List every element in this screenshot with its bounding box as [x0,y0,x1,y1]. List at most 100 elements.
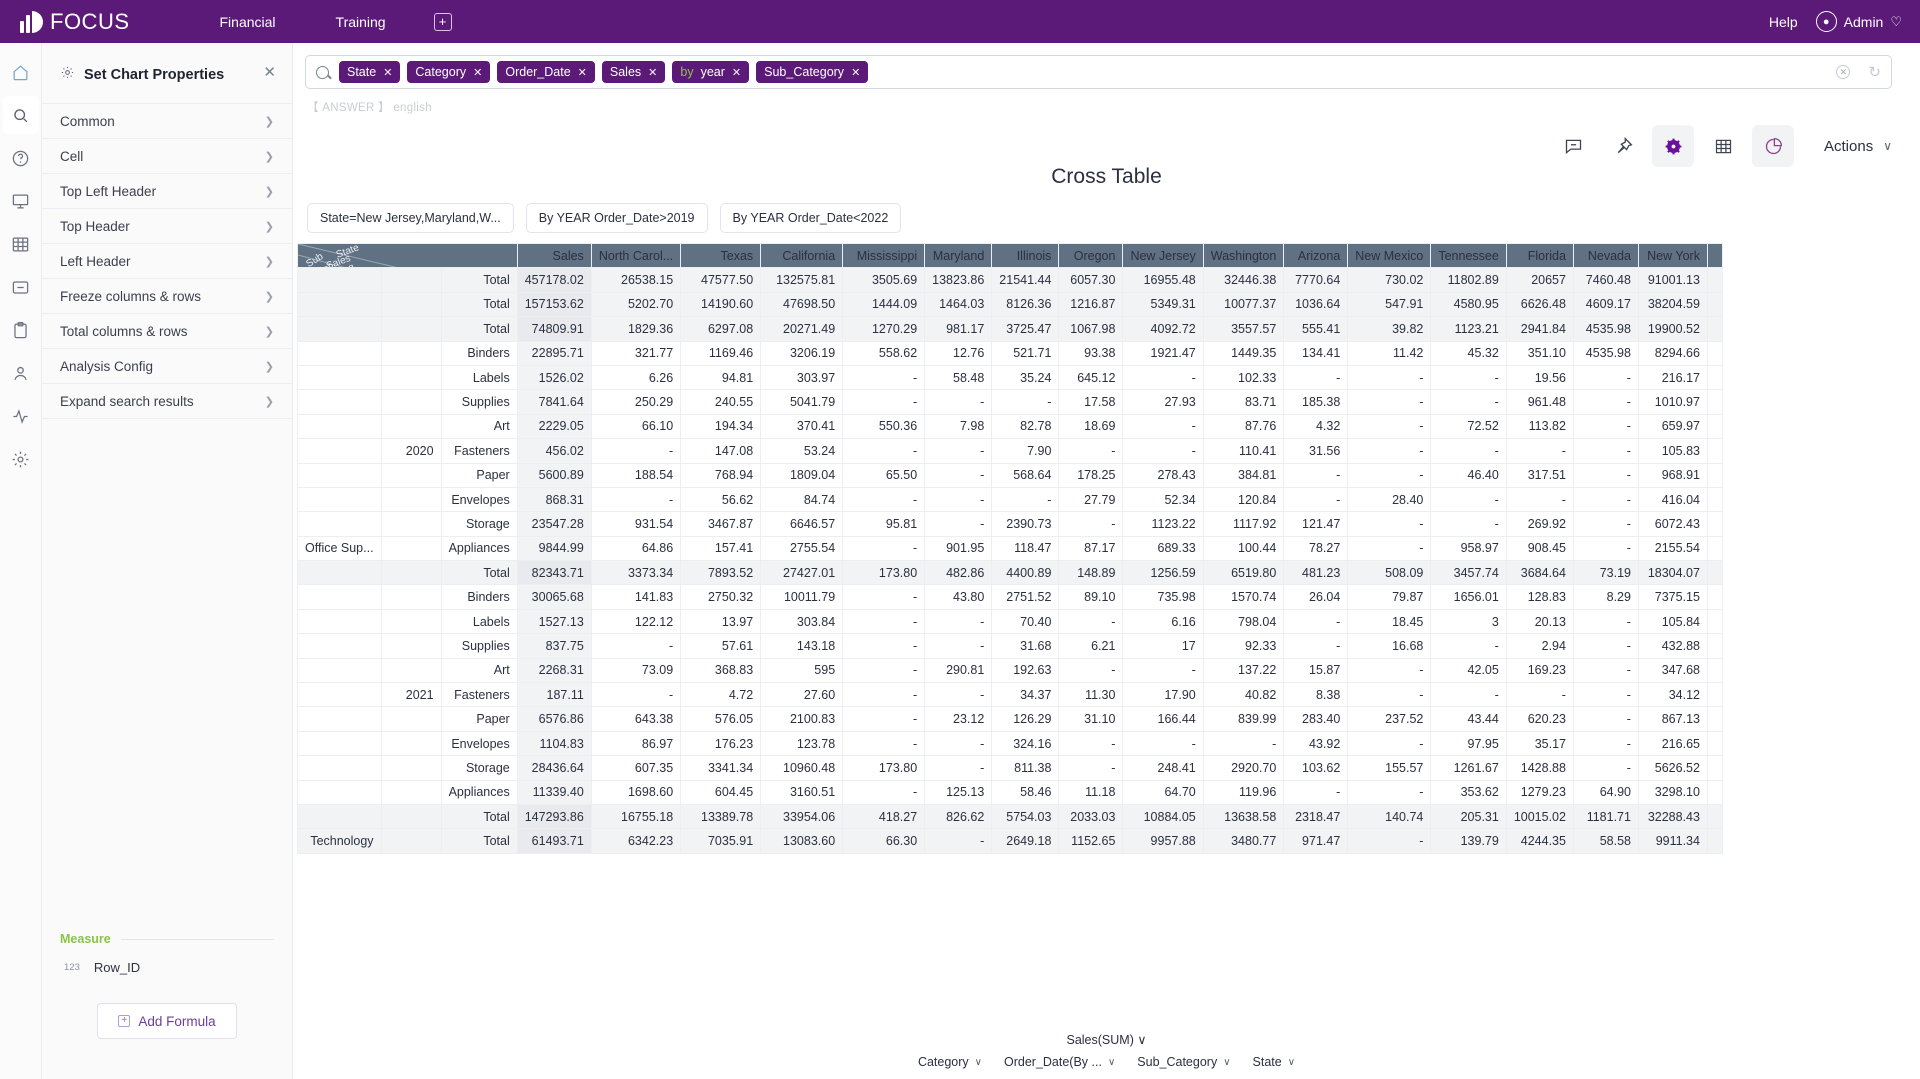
cell-value[interactable]: 34.37 [991,682,1060,708]
cell-value[interactable]: 8126.36 [991,291,1060,318]
cell-value[interactable]: 89.10 [1058,584,1124,610]
cell-value[interactable]: 5202.70 [590,291,682,318]
cell-value[interactable]: - [924,511,993,537]
cell-value[interactable]: 8.38 [1283,682,1349,708]
cell-value[interactable]: 10077.37 [1202,291,1285,318]
cell-value[interactable]: 66.10 [590,413,682,440]
cell-value[interactable]: 2920.70 [1202,755,1285,781]
cell-value[interactable]: 147.08 [680,438,762,464]
cell-value[interactable]: 105.83 [1637,438,1708,464]
cell-value[interactable]: 64.90 [1572,779,1639,805]
cell-value[interactable]: 6646.57 [760,511,844,537]
panel-item-top-header[interactable]: Top Header ❯ [42,209,292,244]
cell-value[interactable]: - [991,389,1060,415]
row-dim-year[interactable] [380,267,442,293]
cell-value[interactable]: - [924,438,993,464]
cell-value[interactable]: 157.41 [680,535,762,562]
cell-value[interactable]: 86.97 [590,730,682,757]
cell-value[interactable]: 27.79 [1058,486,1124,513]
table-row[interactable]: Envelopes 868.31-56.62 84.74- - -27.79 52.34 1… [297,486,1723,513]
cell-value[interactable]: - [1347,682,1432,708]
cell-value[interactable]: - [1430,682,1507,708]
table-row[interactable]: Labels 1526.02 6.26 94.81 303.97-58.48 35.24 6… [297,364,1723,391]
cell-partial[interactable] [1706,584,1723,610]
cell-value[interactable]: - [991,486,1060,513]
cell-value[interactable]: - [924,682,993,708]
cell-value[interactable]: 2318.47 [1283,803,1349,830]
cell-value[interactable]: 11.42 [1347,340,1432,366]
cell-value[interactable]: 4.32 [1283,413,1349,440]
cell-value[interactable]: 119.96 [1202,779,1285,805]
cell-value[interactable]: 7.90 [991,438,1060,464]
row-dim-sub-category[interactable]: Total [440,828,518,854]
cell-value[interactable]: 125.13 [924,779,993,805]
cell-value[interactable]: 140.74 [1347,803,1432,830]
cell-value[interactable]: 3480.77 [1202,828,1285,854]
cell-value[interactable]: 576.05 [680,706,762,732]
cell-value[interactable]: 4.72 [680,682,762,708]
cell-value[interactable]: - [1122,364,1204,391]
cell-value[interactable]: 126.29 [991,706,1060,732]
column-header[interactable]: Oregon [1058,243,1124,269]
column-header[interactable]: New York [1637,243,1708,269]
pie-chart-icon[interactable] [1752,125,1794,167]
cell-value[interactable]: 14190.60 [680,291,762,318]
cell-partial[interactable] [1706,706,1723,732]
row-dim-year[interactable] [380,828,442,854]
cell-value[interactable]: 508.09 [1347,560,1432,586]
table-row[interactable]: Total 82343.71 3373.34 7893.52 27427.01 173.8… [297,560,1723,586]
row-dim-category[interactable]: Technology [297,828,382,854]
table-row[interactable]: Total 147293.86 16755.18 13389.78 33954.06 41… [297,803,1723,830]
cell-value[interactable]: 237.52 [1347,706,1432,732]
footer-measure[interactable]: Sales(SUM) ∨ [293,1028,1920,1047]
cell-value[interactable]: 11.30 [1058,682,1124,708]
cell-sales-total[interactable]: 157153.62 [516,291,592,318]
cell-value[interactable]: 1921.47 [1122,340,1204,366]
row-dim-year[interactable] [380,486,442,513]
cell-value[interactable]: 47577.50 [680,267,762,293]
cell-value[interactable]: 155.57 [1347,755,1432,781]
row-dim-category[interactable] [297,657,382,684]
cell-value[interactable]: 64.86 [590,535,682,562]
row-dim-sub-category[interactable]: Storage [440,511,518,537]
cell-value[interactable]: 65.50 [842,462,926,488]
cell-value[interactable]: - [1347,389,1432,415]
search-chip-category[interactable]: Category ✕ [407,61,491,83]
cell-partial[interactable] [1706,682,1723,708]
table-row[interactable]: Storage 28436.64 607.35 3341.34 10960.48 173.… [297,755,1723,781]
cell-value[interactable]: 1169.46 [680,340,762,366]
row-dim-year[interactable] [380,413,442,440]
cell-value[interactable]: 839.99 [1202,706,1285,732]
cell-value[interactable]: 13638.58 [1202,803,1285,830]
cell-value[interactable]: - [842,438,926,464]
cell-value[interactable]: 3373.34 [590,560,682,586]
cell-value[interactable]: 418.27 [842,803,926,830]
cell-value[interactable]: 2750.32 [680,584,762,610]
cell-value[interactable]: 113.82 [1505,413,1574,440]
cell-value[interactable]: - [924,755,993,781]
cell-value[interactable]: 595 [760,657,844,684]
cell-value[interactable]: - [1283,462,1349,488]
cell-value[interactable]: - [1202,730,1285,757]
cell-value[interactable]: 46.40 [1430,462,1507,488]
cell-value[interactable]: 1656.01 [1430,584,1507,610]
cell-value[interactable]: 16755.18 [590,803,682,830]
cell-value[interactable]: 169.23 [1505,657,1574,684]
search-chip-sub-category[interactable]: Sub_Category ✕ [756,61,869,83]
table-row[interactable]: Paper 5600.89 188.54 768.94 1809.04 65.50-568… [297,462,1723,488]
filter-chip-state[interactable]: State=New Jersey,Maryland,W... [307,203,514,233]
cell-value[interactable]: 607.35 [590,755,682,781]
cell-sales-total[interactable]: 1527.13 [516,608,592,635]
cell-value[interactable]: - [1572,535,1639,562]
presentation-icon[interactable] [3,182,39,220]
cell-value[interactable]: 1464.03 [924,291,993,318]
column-header[interactable]: Illinois [991,243,1060,269]
cell-value[interactable]: 18304.07 [1637,560,1708,586]
search-chip-state[interactable]: State ✕ [339,61,401,83]
row-dim-category[interactable] [297,755,382,781]
row-dim-sub-category[interactable]: Envelopes [440,486,518,513]
cell-value[interactable]: 961.48 [1505,389,1574,415]
cell-value[interactable]: 194.34 [680,413,762,440]
cell-sales-total[interactable]: 22895.71 [516,340,592,366]
row-dim-sub-category[interactable]: Total [440,291,518,318]
